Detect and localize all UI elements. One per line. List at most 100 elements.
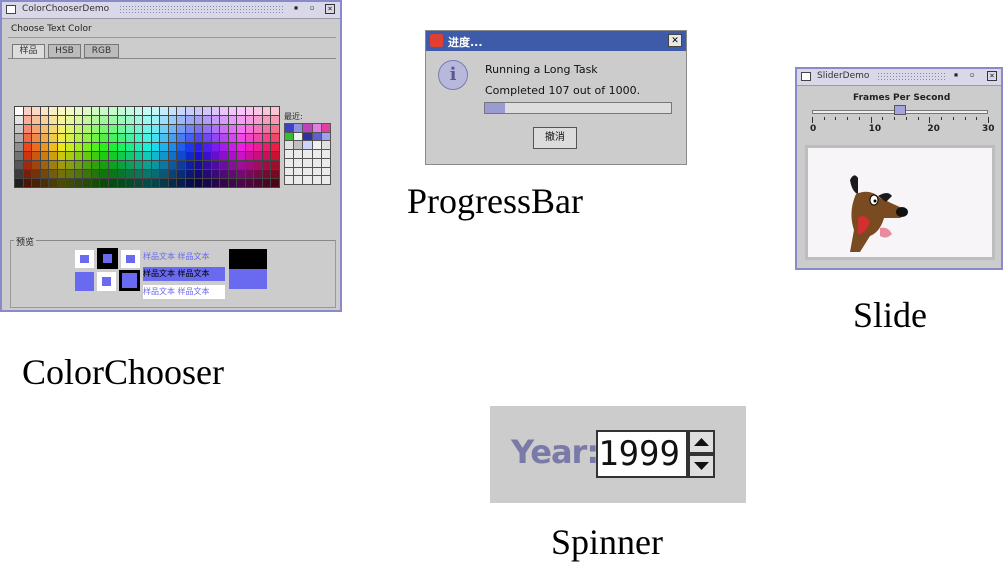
color-swatch[interactable] <box>185 179 194 187</box>
color-swatch[interactable] <box>151 107 160 115</box>
color-swatch[interactable] <box>134 179 143 187</box>
color-swatch[interactable] <box>49 107 57 115</box>
year-spinner-field[interactable]: 1999 <box>596 430 688 478</box>
color-swatch[interactable] <box>160 134 168 142</box>
color-swatch[interactable] <box>245 107 254 115</box>
color-swatch[interactable] <box>185 134 194 142</box>
color-swatch[interactable] <box>237 116 245 124</box>
color-swatch[interactable] <box>151 134 160 142</box>
color-swatch[interactable] <box>23 170 32 178</box>
color-swatch[interactable] <box>66 125 74 133</box>
color-swatch[interactable] <box>83 116 91 124</box>
color-swatch[interactable] <box>66 170 74 178</box>
color-swatch[interactable] <box>109 161 117 169</box>
color-swatch[interactable] <box>237 152 245 160</box>
color-swatch[interactable] <box>100 125 109 133</box>
color-swatch[interactable] <box>203 170 211 178</box>
color-swatch[interactable] <box>194 107 203 115</box>
color-swatch[interactable] <box>83 125 91 133</box>
color-swatch[interactable] <box>262 179 271 187</box>
color-swatch[interactable] <box>74 179 83 187</box>
color-swatch[interactable] <box>134 170 143 178</box>
color-swatch[interactable] <box>245 116 254 124</box>
color-swatch[interactable] <box>271 170 279 178</box>
color-swatch[interactable] <box>134 143 143 151</box>
recent-swatch[interactable] <box>312 132 321 141</box>
color-swatch[interactable] <box>177 143 185 151</box>
color-swatch[interactable] <box>83 134 91 142</box>
recent-swatch[interactable] <box>321 158 330 167</box>
color-swatch[interactable] <box>220 107 228 115</box>
color-swatch[interactable] <box>134 134 143 142</box>
color-swatch[interactable] <box>185 143 194 151</box>
recent-swatch-grid[interactable] <box>284 123 331 185</box>
color-swatch[interactable] <box>32 179 40 187</box>
color-swatch[interactable] <box>40 107 49 115</box>
color-swatch[interactable] <box>168 116 177 124</box>
recent-swatch[interactable] <box>294 141 303 150</box>
color-swatch[interactable] <box>271 125 279 133</box>
color-swatch[interactable] <box>168 161 177 169</box>
color-swatch[interactable] <box>237 170 245 178</box>
color-swatch[interactable] <box>211 179 220 187</box>
color-swatch[interactable] <box>32 170 40 178</box>
color-swatch[interactable] <box>203 143 211 151</box>
recent-swatch[interactable] <box>312 150 321 158</box>
color-swatch[interactable] <box>83 161 91 169</box>
color-swatch[interactable] <box>245 161 254 169</box>
color-swatch[interactable] <box>168 125 177 133</box>
color-swatch[interactable] <box>237 125 245 133</box>
color-swatch[interactable] <box>66 161 74 169</box>
color-swatch[interactable] <box>91 125 100 133</box>
color-swatch[interactable] <box>220 125 228 133</box>
color-swatch[interactable] <box>168 134 177 142</box>
color-swatch[interactable] <box>15 116 23 124</box>
color-swatch[interactable] <box>134 107 143 115</box>
color-swatch[interactable] <box>203 134 211 142</box>
color-swatch[interactable] <box>40 152 49 160</box>
color-swatch[interactable] <box>228 107 237 115</box>
color-swatch[interactable] <box>100 170 109 178</box>
iconify-icon[interactable]: ▪ <box>951 71 961 81</box>
color-swatch[interactable] <box>211 143 220 151</box>
color-swatch[interactable] <box>74 134 83 142</box>
color-swatch[interactable] <box>49 143 57 151</box>
recent-swatch[interactable] <box>294 167 303 176</box>
color-swatch[interactable] <box>91 134 100 142</box>
color-swatch[interactable] <box>83 170 91 178</box>
color-swatch[interactable] <box>40 116 49 124</box>
color-swatch[interactable] <box>15 143 23 151</box>
color-swatch[interactable] <box>143 107 151 115</box>
color-swatch[interactable] <box>211 161 220 169</box>
tab-rgb[interactable]: RGB <box>84 44 119 58</box>
recent-swatch[interactable] <box>294 124 303 132</box>
color-swatch[interactable] <box>74 107 83 115</box>
color-swatch[interactable] <box>228 125 237 133</box>
color-swatch[interactable] <box>109 116 117 124</box>
color-swatch[interactable] <box>262 161 271 169</box>
color-swatch[interactable] <box>15 134 23 142</box>
recent-swatch[interactable] <box>303 158 312 167</box>
color-swatch[interactable] <box>23 116 32 124</box>
color-swatch[interactable] <box>220 152 228 160</box>
color-swatch[interactable] <box>168 179 177 187</box>
color-swatch[interactable] <box>126 170 134 178</box>
color-swatch[interactable] <box>100 179 109 187</box>
swatch-grid[interactable] <box>14 106 280 188</box>
color-swatch[interactable] <box>32 152 40 160</box>
color-swatch[interactable] <box>109 125 117 133</box>
color-swatch[interactable] <box>211 125 220 133</box>
color-swatch[interactable] <box>15 170 23 178</box>
color-swatch[interactable] <box>57 170 66 178</box>
color-swatch[interactable] <box>126 161 134 169</box>
color-swatch[interactable] <box>254 179 262 187</box>
color-swatch[interactable] <box>262 170 271 178</box>
color-swatch[interactable] <box>185 107 194 115</box>
color-swatch[interactable] <box>203 107 211 115</box>
recent-swatch[interactable] <box>321 124 330 132</box>
color-swatch[interactable] <box>91 179 100 187</box>
color-swatch[interactable] <box>237 179 245 187</box>
color-swatch[interactable] <box>220 170 228 178</box>
cancel-button[interactable]: 撤消 <box>533 127 577 149</box>
color-swatch[interactable] <box>117 125 126 133</box>
